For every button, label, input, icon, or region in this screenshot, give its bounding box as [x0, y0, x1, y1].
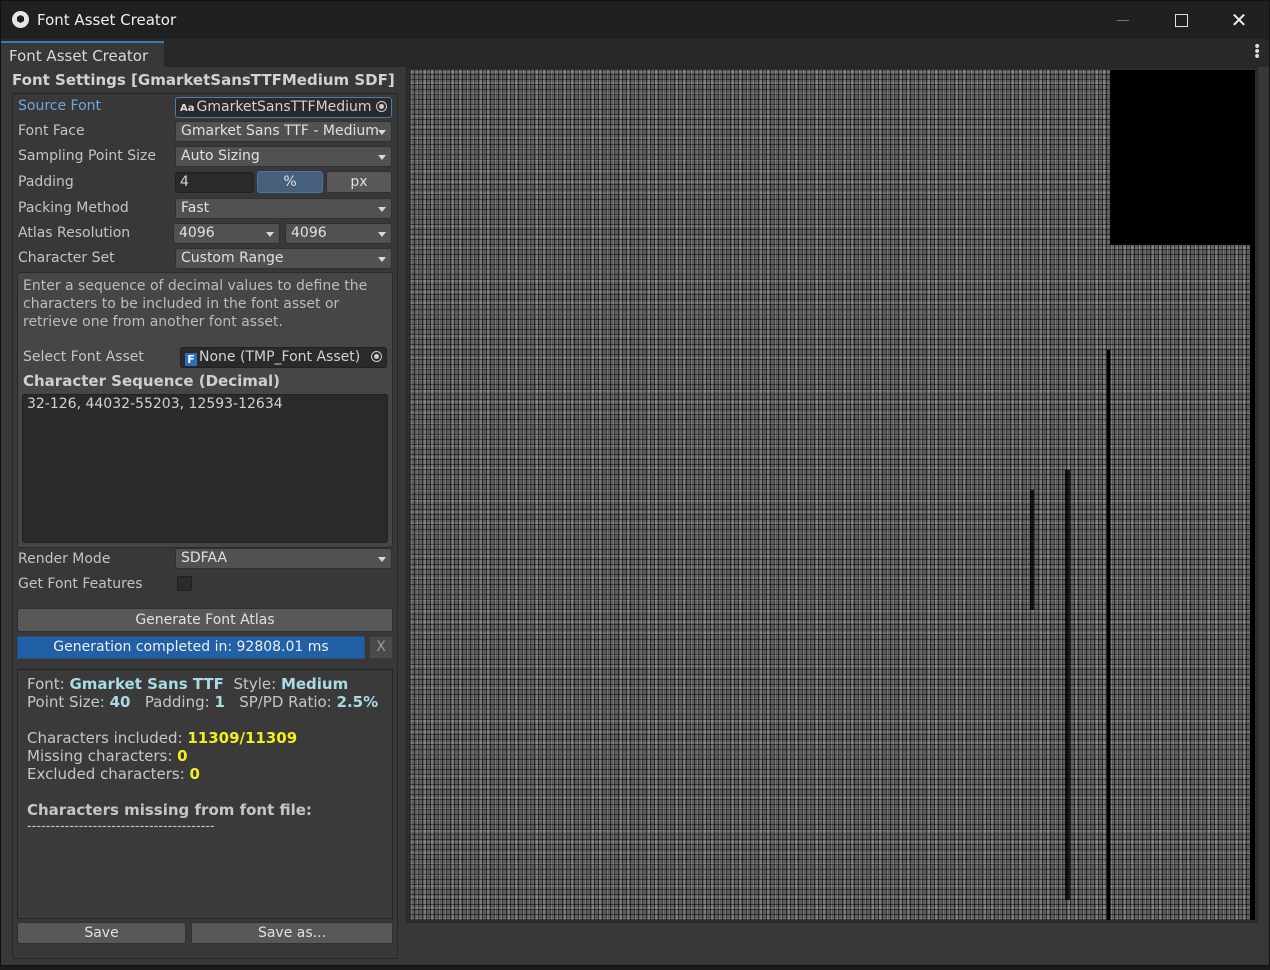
generation-progress-bar: Generation completed in: 92808.01 ms [17, 636, 365, 659]
included-key: Characters included: [27, 729, 188, 747]
select-font-asset-value: None (TMP_Font Asset) [199, 349, 361, 365]
excluded-info-line: Excluded characters: 0 [27, 765, 200, 783]
atlas-width-dropdown[interactable]: 4096 [173, 223, 280, 244]
minimize-button[interactable] [1094, 1, 1152, 39]
chevron-down-icon [266, 232, 274, 237]
character-sequence-label: Character Sequence (Decimal) [23, 372, 280, 390]
source-font-label: Source Font [18, 98, 102, 114]
font-atlas-preview-image [410, 70, 1255, 920]
render-mode-dropdown[interactable]: SDFAA [175, 548, 392, 569]
separator-line: ---------------------------------------- [27, 819, 215, 834]
save-button[interactable]: Save [17, 922, 186, 944]
custom-range-help-text: Enter a sequence of decimal values to de… [23, 278, 368, 330]
ratio-value: 2.5% [336, 693, 379, 711]
character-set-dropdown[interactable]: Custom Range [175, 248, 392, 269]
missing-value: 0 [177, 747, 188, 765]
save-as-button[interactable]: Save as... [191, 922, 393, 944]
render-mode-value: SDFAA [181, 550, 227, 566]
unity-logo-icon [12, 11, 29, 28]
missing-characters-header: Characters missing from font file: [27, 801, 312, 819]
dismiss-progress-button[interactable]: X [369, 636, 393, 659]
object-picker-icon[interactable] [371, 351, 382, 362]
atlas-height-value: 4096 [291, 225, 327, 241]
tmp-font-asset-icon: F [185, 353, 197, 366]
atlas-gap [1030, 490, 1034, 610]
atlas-gap [1065, 470, 1070, 900]
atlas-height-dropdown[interactable]: 4096 [285, 223, 392, 244]
font-info-line: Font: Gmarket Sans TTF Style: Medium [27, 675, 348, 693]
source-font-value: GmarketSansTTFMedium [196, 99, 372, 115]
font-settings-title: Font Settings [GmarketSansTTFMedium SDF] [12, 71, 395, 89]
padding-input[interactable]: 4 [175, 172, 254, 193]
atlas-width-value: 4096 [179, 225, 215, 241]
bottom-strip [0, 966, 1270, 970]
glyph-region [410, 70, 1110, 920]
padding-key: Padding: [144, 693, 215, 711]
font-face-label: Font Face [18, 123, 85, 139]
font-file-icon: Aa [180, 103, 195, 114]
included-info-line: Characters included: 11309/11309 [27, 729, 297, 747]
chevron-down-icon [378, 155, 386, 160]
style-value: Medium [280, 675, 349, 693]
chevron-down-icon [378, 207, 386, 212]
font-value: Gmarket Sans TTF [69, 675, 224, 693]
missing-key: Missing characters: [27, 747, 178, 765]
character-sequence-input[interactable]: 32-126, 44032-55203, 12593-12634 [22, 394, 388, 543]
ratio-key: SP/PD Ratio: [239, 693, 337, 711]
sampling-point-size-value: Auto Sizing [181, 148, 260, 164]
style-key: Style: [233, 675, 281, 693]
packing-method-label: Packing Method [18, 200, 129, 216]
point-size-value: 40 [109, 693, 131, 711]
padding-label: Padding [18, 174, 74, 190]
get-font-features-checkbox[interactable] [177, 576, 192, 591]
chevron-down-icon [378, 232, 386, 237]
excluded-value: 0 [189, 765, 200, 783]
chevron-down-icon [378, 257, 386, 262]
padding-percent-toggle[interactable]: % [257, 171, 323, 193]
font-face-value: Gmarket Sans TTF - Medium [181, 123, 379, 139]
font-key: Font: [27, 675, 70, 693]
font-asset-creator-window: Font Asset Creator ✕ Font Asset Creator … [0, 0, 1270, 966]
window-title: Font Asset Creator [37, 11, 177, 29]
select-font-asset-label: Select Font Asset [23, 349, 144, 365]
kebab-menu-icon[interactable]: • • • [1253, 40, 1261, 64]
padding-value: 1 [214, 693, 225, 711]
padding-px-toggle[interactable]: px [326, 171, 392, 193]
character-set-value: Custom Range [181, 250, 284, 266]
character-set-label: Character Set [18, 250, 115, 266]
chevron-down-icon [378, 130, 386, 135]
chevron-down-icon [378, 557, 386, 562]
included-value: 11309/11309 [187, 729, 298, 747]
title-bar: Font Asset Creator ✕ [1, 1, 1269, 39]
render-mode-label: Render Mode [18, 551, 111, 567]
tab-bar: Font Asset Creator • • • [1, 39, 1269, 67]
excluded-key: Excluded characters: [27, 765, 190, 783]
sampling-point-size-dropdown[interactable]: Auto Sizing [175, 146, 392, 167]
atlas-resolution-label: Atlas Resolution [18, 225, 131, 241]
maximize-icon [1174, 13, 1188, 27]
sampling-point-size-label: Sampling Point Size [18, 148, 156, 164]
size-info-line: Point Size: 40 Padding: 1 SP/PD Ratio: 2… [27, 693, 378, 711]
point-size-key: Point Size: [27, 693, 110, 711]
missing-info-line: Missing characters: 0 [27, 747, 188, 765]
close-window-button[interactable]: ✕ [1210, 1, 1268, 39]
minimize-icon [1117, 19, 1129, 21]
maximize-button[interactable] [1152, 1, 1210, 39]
select-font-asset-field[interactable]: F None (TMP_Font Asset) [180, 347, 387, 368]
source-font-field[interactable]: Aa GmarketSansTTFMedium [175, 97, 392, 118]
object-picker-icon[interactable] [376, 101, 387, 112]
generation-info-panel: Font: Gmarket Sans TTF Style: Medium Poi… [17, 669, 393, 919]
packing-method-value: Fast [181, 200, 210, 216]
get-font-features-label: Get Font Features [18, 576, 143, 592]
generate-font-atlas-button[interactable]: Generate Font Atlas [17, 608, 393, 632]
glyph-region [1110, 245, 1250, 920]
font-face-dropdown[interactable]: Gmarket Sans TTF - Medium [175, 121, 392, 142]
atlas-gap [1107, 350, 1110, 920]
packing-method-dropdown[interactable]: Fast [175, 198, 392, 219]
tab-font-asset-creator[interactable]: Font Asset Creator [1, 41, 165, 67]
